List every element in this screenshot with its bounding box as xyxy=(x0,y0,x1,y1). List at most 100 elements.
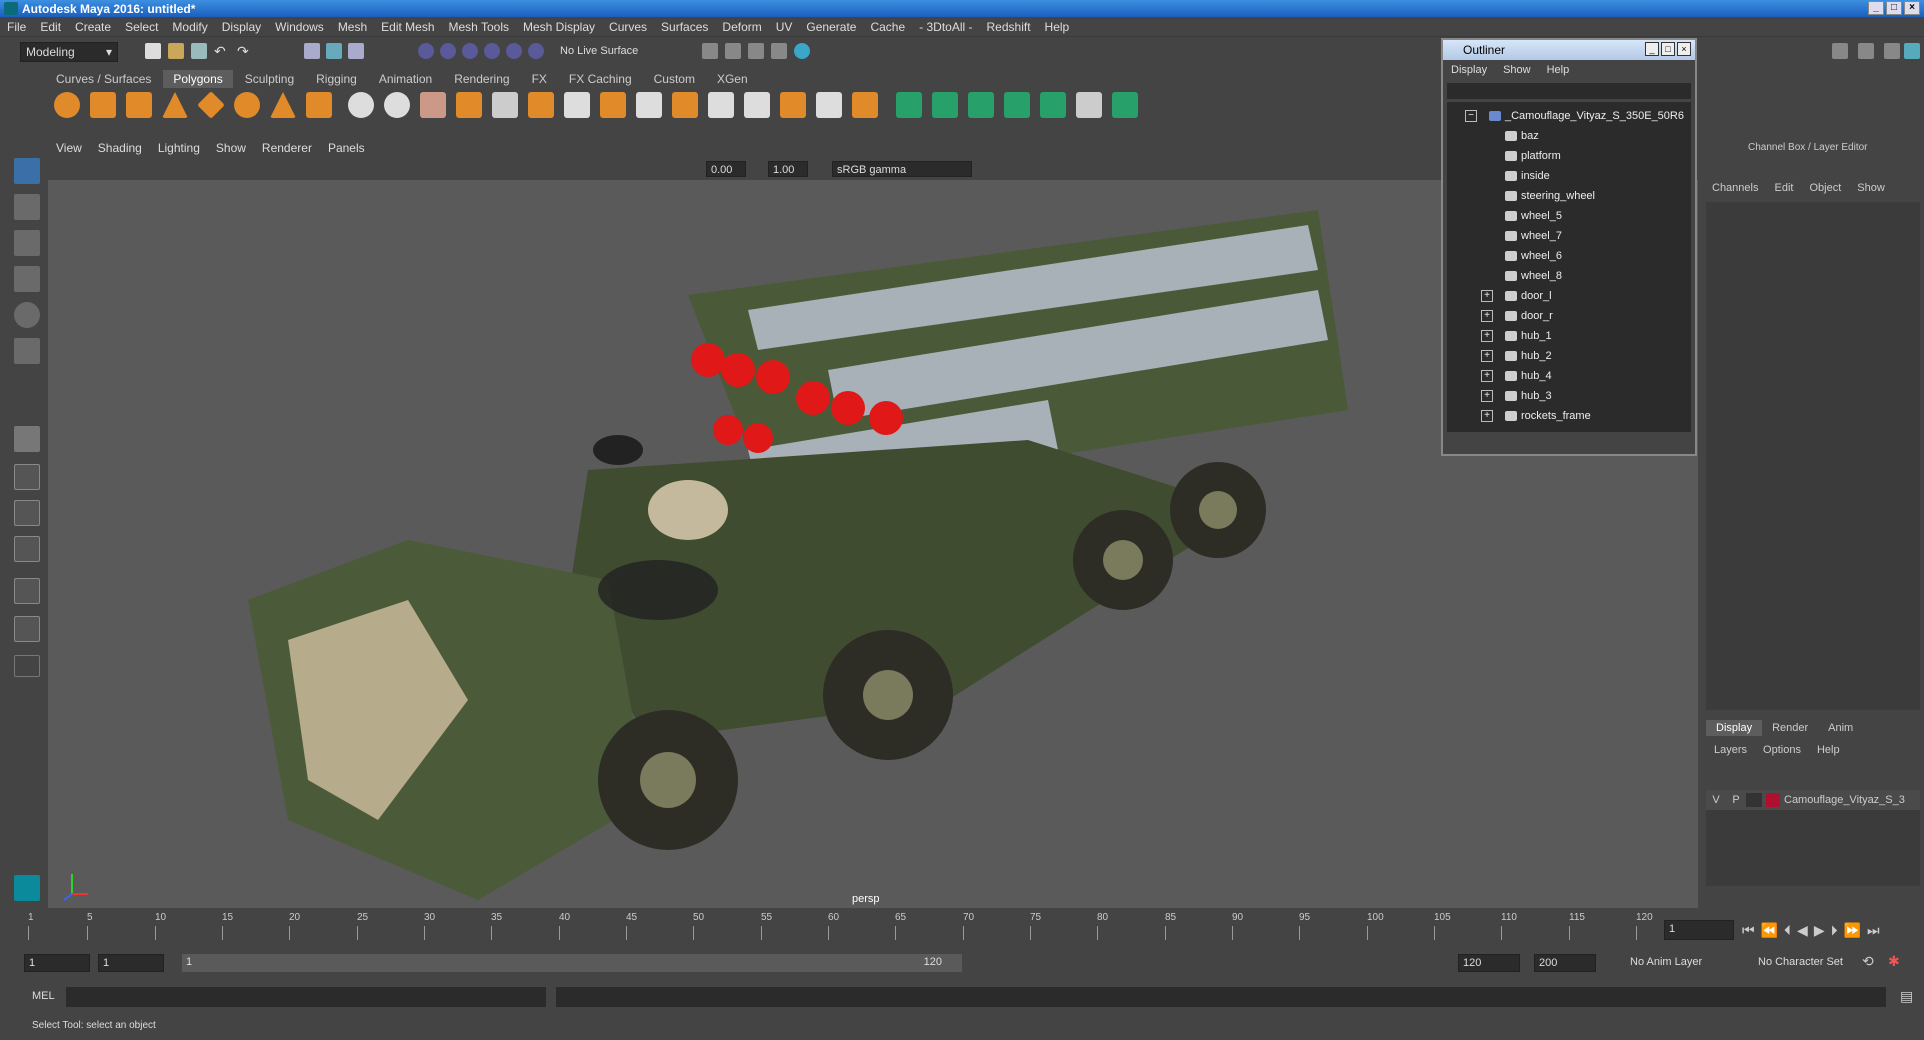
menu-display[interactable]: Display xyxy=(215,17,268,37)
expand-toggle-icon[interactable] xyxy=(1481,150,1493,162)
viewport-menu-lighting[interactable]: Lighting xyxy=(150,138,208,158)
open-scene-icon[interactable] xyxy=(168,43,184,59)
snap-view-icon[interactable] xyxy=(484,43,500,59)
single-view-icon[interactable] xyxy=(14,426,40,452)
layer-color-swatch[interactable] xyxy=(1766,793,1780,807)
append-polygon-icon[interactable] xyxy=(780,92,806,118)
channel-menu-show[interactable]: Show xyxy=(1849,182,1893,194)
outliner-close-button[interactable]: × xyxy=(1677,42,1691,56)
fill-hole-icon[interactable] xyxy=(816,92,842,118)
character-set-dropdown[interactable]: No Character Set xyxy=(1758,956,1843,968)
menu-curves[interactable]: Curves xyxy=(602,17,654,37)
modeling-toolkit-icon[interactable] xyxy=(1832,43,1848,59)
extrude-icon[interactable] xyxy=(600,92,626,118)
menu-mesh-tools[interactable]: Mesh Tools xyxy=(442,17,516,37)
start-time-field[interactable]: 1 xyxy=(24,954,90,972)
lasso-tool-icon[interactable] xyxy=(14,194,40,220)
poly-plane-icon[interactable] xyxy=(197,91,225,119)
shelf-tab-rigging[interactable]: Rigging xyxy=(306,70,367,88)
rotate-tool-icon[interactable] xyxy=(14,302,40,328)
layer-row[interactable]: V P Camouflage_Vityaz_S_3 xyxy=(1706,790,1920,810)
play-forward-icon[interactable]: ▶ xyxy=(1814,922,1825,939)
menu-deform[interactable]: Deform xyxy=(715,17,768,37)
poly-cylinder-icon[interactable] xyxy=(126,92,152,118)
outliner-menu-display[interactable]: Display xyxy=(1443,60,1495,80)
snap-curve-icon[interactable] xyxy=(440,43,456,59)
preferences-icon[interactable]: ✱ xyxy=(1888,953,1900,970)
scale-tool-icon[interactable] xyxy=(14,338,40,364)
undo-icon[interactable]: ↶ xyxy=(214,43,230,59)
menu--3dtoall-[interactable]: - 3DtoAll - xyxy=(912,17,979,37)
shelf-tab-custom[interactable]: Custom xyxy=(644,70,705,88)
tool-settings-icon[interactable] xyxy=(1884,43,1900,59)
poly-pipe-icon[interactable] xyxy=(306,92,332,118)
expand-toggle-icon[interactable] xyxy=(1481,190,1493,202)
hypershade-icon[interactable] xyxy=(794,43,810,59)
menu-select[interactable]: Select xyxy=(118,17,165,37)
side-view-layout-icon[interactable] xyxy=(14,500,40,526)
go-start-icon[interactable]: ⏮ xyxy=(1742,922,1755,939)
outliner-item[interactable]: inside xyxy=(1447,166,1679,186)
multi-cut-icon[interactable] xyxy=(564,92,590,118)
select-tool-icon[interactable] xyxy=(14,158,40,184)
menu-generate[interactable]: Generate xyxy=(799,17,863,37)
range-slider[interactable]: 1 120 xyxy=(182,954,962,972)
shelf-tab-animation[interactable]: Animation xyxy=(369,70,442,88)
menu-modify[interactable]: Modify xyxy=(165,17,214,37)
expand-toggle-icon[interactable] xyxy=(1481,250,1493,262)
layer-playback-toggle[interactable]: P xyxy=(1726,794,1746,806)
layout-menu-icon[interactable] xyxy=(14,655,40,677)
expand-toggle-icon[interactable]: + xyxy=(1481,290,1493,302)
shelf-tab-curves-surfaces[interactable]: Curves / Surfaces xyxy=(46,70,161,88)
render-view-icon[interactable] xyxy=(702,43,718,59)
outliner-item[interactable]: platform xyxy=(1447,146,1679,166)
auto-key-icon[interactable]: ⟲ xyxy=(1862,953,1874,970)
viewport-menu-view[interactable]: View xyxy=(48,138,90,158)
layer-menu-options[interactable]: Options xyxy=(1755,744,1809,756)
shelf-tab-fx-caching[interactable]: FX Caching xyxy=(559,70,642,88)
hypershade-layout-icon[interactable] xyxy=(14,616,40,642)
expand-toggle-icon[interactable] xyxy=(1481,230,1493,242)
redo-icon[interactable]: ↷ xyxy=(237,43,253,59)
go-end-icon[interactable]: ⏭ xyxy=(1867,922,1880,939)
expand-toggle-icon[interactable]: + xyxy=(1481,310,1493,322)
color-space-dropdown[interactable]: sRGB gamma xyxy=(832,161,972,177)
shelf-tab-fx[interactable]: FX xyxy=(522,70,557,88)
time-slider[interactable]: 1 5 10 15 20 25 30 35 40 45 50 55 60 65 70 75 80 85 90 95 10… xyxy=(14,910,1653,943)
outliner-item[interactable]: wheel_6 xyxy=(1447,246,1679,266)
shelf-tab-sculpting[interactable]: Sculpting xyxy=(235,70,304,88)
prev-key-icon[interactable]: ⏴ xyxy=(1784,922,1791,939)
poly-cone-icon[interactable] xyxy=(162,92,188,118)
step-forward-icon[interactable]: ⏩ xyxy=(1844,922,1861,939)
mirror-icon[interactable] xyxy=(528,92,554,118)
menu-redshift[interactable]: Redshift xyxy=(980,17,1038,37)
transfer-attributes-icon[interactable] xyxy=(1112,92,1138,118)
checker-icon[interactable] xyxy=(1076,92,1102,118)
minimize-button[interactable]: _ xyxy=(1868,1,1884,15)
layer-tab-anim[interactable]: Anim xyxy=(1818,720,1863,736)
menu-edit[interactable]: Edit xyxy=(33,17,68,37)
planar-uv-icon[interactable] xyxy=(896,92,922,118)
menu-file[interactable]: File xyxy=(0,17,33,37)
outliner-item[interactable]: − _Camouflage_Vityaz_S_350E_50R6 xyxy=(1447,106,1684,126)
layer-visibility-toggle[interactable]: V xyxy=(1706,794,1726,806)
script-language-label[interactable]: MEL xyxy=(32,990,55,1002)
merge-icon[interactable] xyxy=(852,92,878,118)
select-hierarchy-icon[interactable] xyxy=(304,43,320,59)
maximize-button[interactable]: □ xyxy=(1886,1,1902,15)
menu-surfaces[interactable]: Surfaces xyxy=(654,17,715,37)
render-settings-icon[interactable] xyxy=(771,43,787,59)
menu-help[interactable]: Help xyxy=(1038,17,1077,37)
shelf-tab-polygons[interactable]: Polygons xyxy=(163,70,233,88)
outliner-menu-help[interactable]: Help xyxy=(1539,60,1578,80)
paint-select-icon[interactable] xyxy=(14,230,40,256)
menu-mesh[interactable]: Mesh xyxy=(331,17,374,37)
combine-icon[interactable] xyxy=(348,92,374,118)
live-surface-label[interactable]: No Live Surface xyxy=(560,45,638,57)
poly-sphere-icon[interactable] xyxy=(54,92,80,118)
layer-tab-render[interactable]: Render xyxy=(1762,720,1818,736)
step-back-icon[interactable]: ⏪ xyxy=(1761,922,1778,939)
outliner-item[interactable]: + hub_2 xyxy=(1447,346,1679,366)
cylindrical-uv-icon[interactable] xyxy=(932,92,958,118)
outliner-maximize-button[interactable]: □ xyxy=(1661,42,1675,56)
